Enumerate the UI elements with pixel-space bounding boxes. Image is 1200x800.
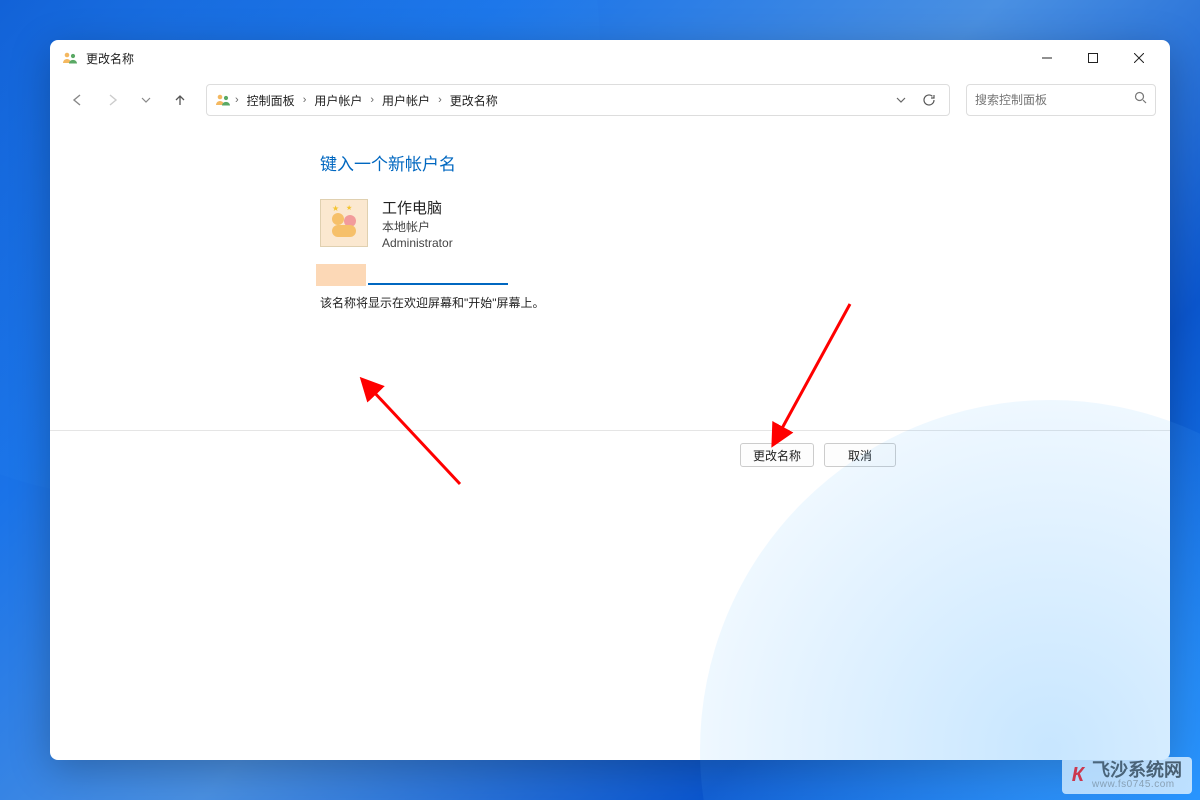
account-info: ★★ 工作电脑 本地帐户 Administrator [320, 199, 960, 252]
account-type: 本地帐户 [382, 219, 453, 235]
account-role: Administrator [382, 235, 453, 251]
back-button[interactable] [64, 86, 92, 114]
annotation-arrow [750, 294, 870, 449]
arrow-left-icon [71, 93, 85, 107]
breadcrumb-separator: › [436, 94, 444, 106]
desktop-background: 更改名称 [0, 0, 1200, 800]
breadcrumb-item[interactable]: 控制面板 [243, 90, 299, 111]
users-icon [62, 50, 78, 66]
search-icon [1134, 91, 1147, 109]
breadcrumb-separator: › [233, 94, 241, 106]
window-title: 更改名称 [86, 50, 134, 67]
chevron-down-icon [896, 95, 906, 105]
search-input[interactable] [975, 93, 1134, 107]
arrow-up-icon [173, 93, 187, 107]
watermark: К 飞沙系统网 www.fs0745.com [1062, 757, 1192, 794]
watermark-brand: 飞沙系统网 [1092, 761, 1182, 779]
window-titlebar: 更改名称 [50, 40, 1170, 76]
watermark-logo-icon: К [1072, 764, 1084, 787]
svg-text:★: ★ [332, 204, 339, 213]
chevron-down-icon [141, 95, 151, 105]
arrow-right-icon [105, 93, 119, 107]
recent-dropdown[interactable] [132, 86, 160, 114]
maximize-button[interactable] [1070, 40, 1116, 76]
redacted-block [316, 264, 366, 286]
account-name: 工作电脑 [382, 199, 453, 219]
address-bar[interactable]: › 控制面板 › 用户帐户 › 用户帐户 › 更改名称 [206, 84, 950, 116]
forward-button[interactable] [98, 86, 126, 114]
users-icon [215, 92, 231, 108]
minimize-icon [1042, 53, 1052, 63]
navigation-bar: › 控制面板 › 用户帐户 › 用户帐户 › 更改名称 [50, 76, 1170, 124]
user-avatar: ★★ [320, 199, 368, 247]
address-dropdown[interactable] [889, 88, 913, 112]
control-panel-window: 更改名称 [50, 40, 1170, 760]
watermark-url: www.fs0745.com [1092, 779, 1182, 790]
action-bar: 更改名称 取消 [50, 430, 1170, 467]
hint-text: 该名称将显示在欢迎屏幕和"开始"屏幕上。 [320, 294, 960, 311]
refresh-button[interactable] [917, 88, 941, 112]
content-area: 键入一个新帐户名 ★★ 工作电脑 本地帐户 Administrator [50, 124, 1170, 760]
maximize-icon [1088, 53, 1098, 63]
new-name-input[interactable] [368, 265, 508, 285]
close-icon [1134, 53, 1144, 63]
up-button[interactable] [166, 86, 194, 114]
name-input-row [316, 264, 960, 286]
breadcrumb-item[interactable]: 用户帐户 [310, 90, 366, 111]
change-name-button[interactable]: 更改名称 [740, 443, 814, 467]
page-heading: 键入一个新帐户名 [320, 150, 960, 175]
breadcrumb-separator: › [301, 94, 309, 106]
close-button[interactable] [1116, 40, 1162, 76]
search-box[interactable] [966, 84, 1156, 116]
breadcrumb-item[interactable]: 更改名称 [446, 90, 502, 111]
refresh-icon [922, 93, 936, 107]
main-panel: 键入一个新帐户名 ★★ 工作电脑 本地帐户 Administrator [320, 150, 960, 311]
breadcrumb-separator: › [368, 94, 376, 106]
cancel-button[interactable]: 取消 [824, 443, 896, 467]
svg-text:★: ★ [346, 204, 352, 212]
breadcrumb-item[interactable]: 用户帐户 [378, 90, 434, 111]
minimize-button[interactable] [1024, 40, 1070, 76]
